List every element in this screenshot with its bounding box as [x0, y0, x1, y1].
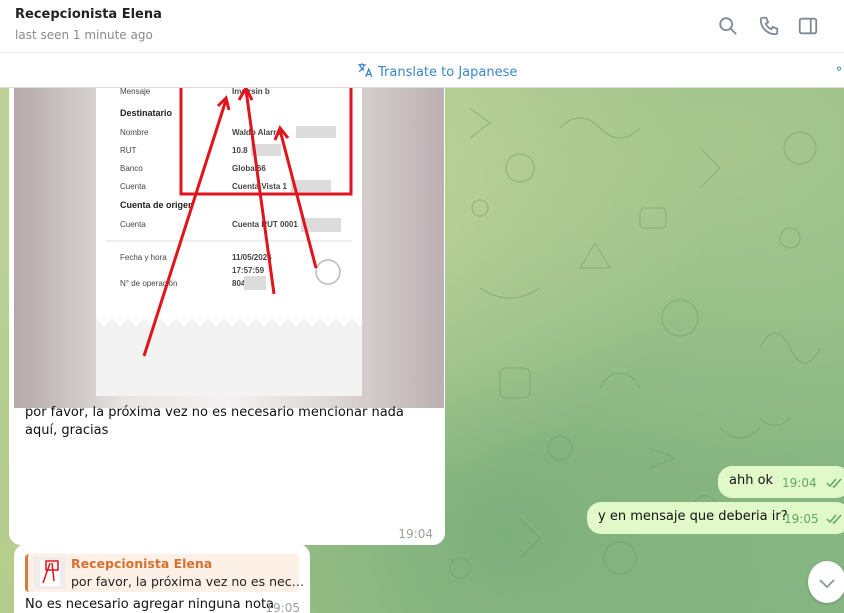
svg-text:11/05/2026: 11/05/2026 [232, 253, 272, 262]
translate-button[interactable]: Translate to Japanese [356, 61, 517, 83]
more-vertical-icon[interactable] [836, 15, 844, 37]
message-time: 19:04 [782, 476, 817, 490]
message-text: ahh ok [729, 473, 774, 488]
svg-text:Fecha y hora: Fecha y hora [120, 253, 167, 262]
svg-text:Waldo Alarro: Waldo Alarro [232, 128, 281, 137]
chat-title[interactable]: Recepcionista Elena [15, 7, 162, 22]
chat-area[interactable]: Mensaje Inversin b Destinatario Nombre W… [0, 88, 844, 613]
message-time: 19:05 [265, 601, 300, 613]
message-time: 19:04 [398, 527, 433, 541]
svg-text:Mensaje: Mensaje [120, 88, 151, 96]
translate-options-icon[interactable]: ⚬ [834, 62, 844, 76]
search-icon[interactable] [717, 15, 739, 37]
scroll-down-button[interactable] [808, 561, 844, 603]
stamp-icon [315, 259, 341, 285]
svg-text:Global66: Global66 [232, 164, 266, 173]
incoming-photo-message[interactable]: Mensaje Inversin b Destinatario Nombre W… [9, 88, 445, 545]
svg-text:804: 804 [232, 279, 246, 288]
svg-text:Banco: Banco [120, 164, 143, 173]
chat-status: last seen 1 minute ago [15, 28, 153, 42]
sidebar-toggle-icon[interactable] [797, 15, 819, 37]
svg-text:Cuenta de origen: Cuenta de origen [120, 200, 194, 210]
incoming-reply-message[interactable]: Recepcionista Elena por favor, la próxim… [14, 544, 310, 613]
quote-sender: Recepcionista Elena [71, 556, 213, 571]
svg-text:10.8: 10.8 [232, 146, 248, 155]
read-checks-icon [826, 514, 842, 525]
receipt-photo[interactable]: Mensaje Inversin b Destinatario Nombre W… [14, 88, 444, 408]
svg-text:Cuenta: Cuenta [120, 182, 146, 191]
chat-header: Recepcionista Elena last seen 1 minute a… [0, 0, 844, 53]
outgoing-message[interactable]: y en mensaje que deberia ir? 19:05 [587, 502, 844, 534]
receipt-paper: Mensaje Inversin b Destinatario Nombre W… [96, 88, 378, 396]
quote-text: por favor, la próxima vez no es nec… [71, 574, 305, 589]
quote-thumbnail [34, 557, 66, 589]
message-text: y en mensaje que deberia ir? [598, 509, 788, 524]
svg-text:Nombre: Nombre [120, 128, 149, 137]
message-text: No es necesario agregar ninguna nota [25, 597, 275, 612]
chevron-down-icon [819, 579, 835, 589]
svg-text:17:57:59: 17:57:59 [232, 266, 265, 275]
translate-label: Translate to Japanese [378, 64, 518, 80]
reply-quote[interactable]: Recepcionista Elena por favor, la próxim… [25, 554, 304, 592]
svg-text:Destinatario: Destinatario [120, 108, 173, 118]
outgoing-message[interactable]: ahh ok 19:04 [718, 466, 844, 498]
svg-text:RUT: RUT [120, 146, 137, 155]
photo-caption: por favor, la próxima vez no es necesari… [25, 405, 404, 438]
translate-bar: Translate to Japanese ⚬ [0, 53, 844, 88]
svg-text:Cuenta: Cuenta [120, 220, 146, 229]
translate-icon [356, 61, 374, 83]
receipt-content: Mensaje Inversin b Destinatario Nombre W… [96, 88, 378, 396]
phone-icon[interactable] [758, 15, 780, 37]
read-checks-icon [826, 478, 842, 489]
message-time: 19:05 [784, 512, 819, 526]
